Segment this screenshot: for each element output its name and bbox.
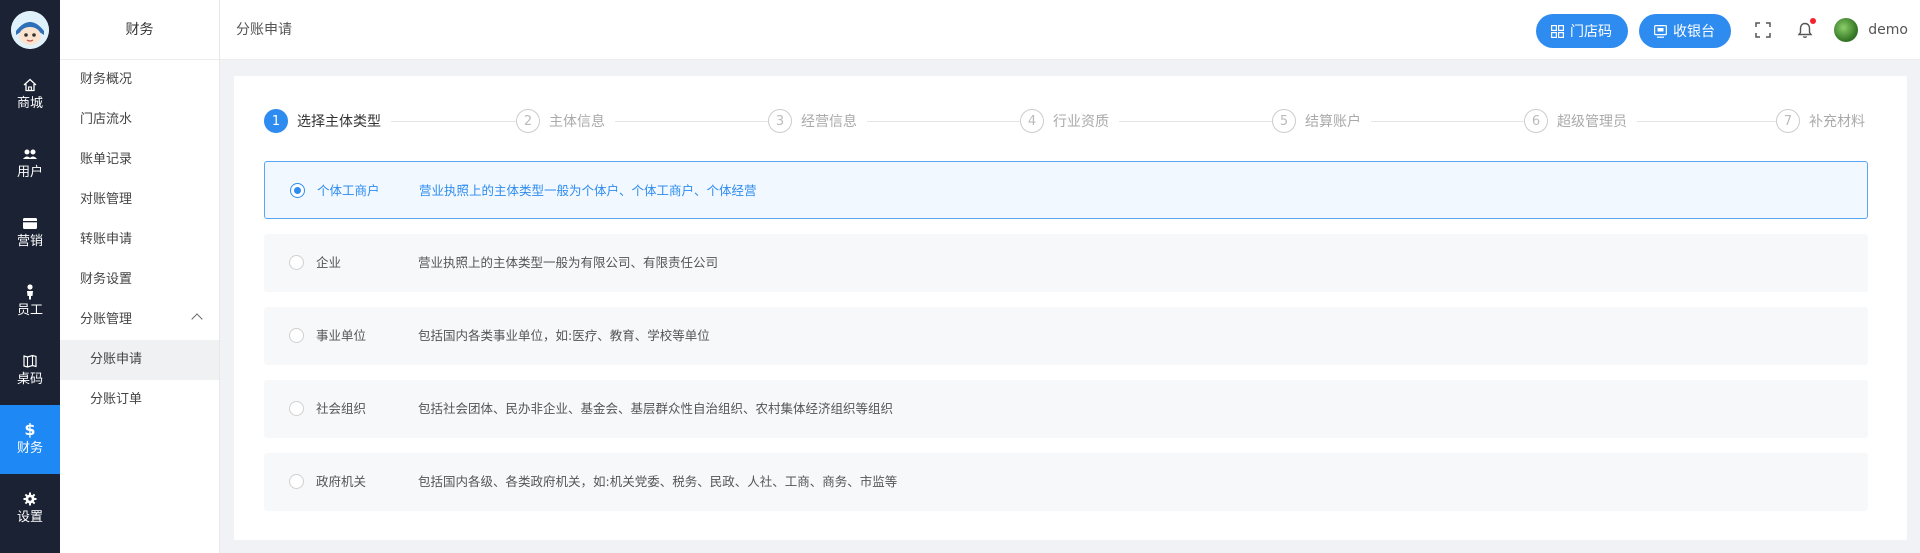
store-code-button[interactable]: 门店码 [1536,14,1628,48]
radio-button[interactable] [290,183,305,198]
step-label: 选择主体类型 [297,114,381,130]
table-code-icon [22,353,38,369]
sidebar-item-bill-records[interactable]: 账单记录 [60,140,219,180]
rail-item-label: 设置 [16,510,43,525]
home-icon [22,77,38,93]
sidebar-item-split-management[interactable]: 分账管理 [60,300,219,340]
step-4: 4 行业资质 [1020,109,1119,133]
gear-icon [22,491,38,507]
sidebar-title: 财务 [60,0,219,60]
rail-item-settings[interactable]: 设置 [0,474,60,543]
sidebar-item-split-orders[interactable]: 分账订单 [60,380,219,420]
option-individual-business[interactable]: 个体工商户 营业执照上的主体类型一般为个体户、个体工商户、个体经营 [264,161,1868,219]
cashier-label: 收银台 [1673,24,1715,40]
option-public-institution[interactable]: 事业单位 包括国内各类事业单位，如:医疗、教育、学校等单位 [264,307,1868,365]
option-enterprise[interactable]: 企业 营业执照上的主体类型一般为有限公司、有限责任公司 [264,234,1868,292]
sidebar-item-overview[interactable]: 财务概况 [60,60,219,100]
avatar [1834,18,1859,42]
store-code-label: 门店码 [1570,24,1612,40]
bell-icon[interactable] [1795,18,1816,40]
rail-item-label: 员工 [16,303,43,318]
step-number: 3 [768,109,792,133]
breadcrumb: 分账申请 [236,22,292,38]
sidebar-item-finance-settings[interactable]: 财务设置 [60,260,219,300]
sidebar-item-store-flow[interactable]: 门店流水 [60,100,219,140]
radio-button[interactable] [289,474,304,489]
step-label: 经营信息 [801,114,857,130]
finance-sidebar: 财务 财务概况 门店流水 账单记录 对账管理 转账申请 财务设置 分账管理 分账… [60,0,220,553]
staff-icon [22,284,38,300]
rail-item-label: 财务 [16,441,43,456]
step-label: 超级管理员 [1557,114,1627,130]
step-2: 2 主体信息 [516,109,615,133]
username: demo [1868,22,1908,38]
option-description: 包括国内各类事业单位，如:医疗、教育、学校等单位 [418,328,710,343]
step-label: 主体信息 [549,114,605,130]
step-number: 6 [1524,109,1548,133]
step-6: 6 超级管理员 [1524,109,1637,133]
option-description: 营业执照上的主体类型一般为个体户、个体工商户、个体经营 [419,183,757,198]
sidebar-item-reconciliation[interactable]: 对账管理 [60,180,219,220]
cashier-icon [1653,24,1667,38]
step-number: 1 [264,109,288,133]
option-name: 个体工商户 [317,183,380,198]
app-logo[interactable] [0,0,60,60]
step-3: 3 经营信息 [768,109,867,133]
rail-item-marketing[interactable]: 营销 [0,198,60,267]
rail-item-label: 商城 [16,96,43,111]
option-description: 包括社会团体、民办非企业、基金会、基层群众性自治组织、农村集体经济组织等组织 [418,401,894,416]
rail-item-users[interactable]: 用户 [0,129,60,198]
main-nav-rail: 商城 用户 营销 员工 桌码 $ 财务 设置 [0,0,60,553]
rail-item-table-code[interactable]: 桌码 [0,336,60,405]
rail-item-staff[interactable]: 员工 [0,267,60,336]
step-label: 行业资质 [1053,114,1109,130]
step-number: 7 [1776,109,1800,133]
option-name: 社会组织 [316,401,367,416]
step-label: 补充材料 [1809,114,1865,130]
user-menu[interactable]: demo [1834,18,1908,42]
radio-button[interactable] [289,328,304,343]
main-card: 1 选择主体类型 2 主体信息 3 经营信息 4 行业资质 5 结算账户 6 超… [234,76,1907,540]
rail-item-label: 用户 [16,165,43,180]
step-7: 7 补充材料 [1776,109,1865,133]
option-name: 企业 [316,255,342,270]
option-social-organization[interactable]: 社会组织 包括社会团体、民办非企业、基金会、基层群众性自治组织、农村集体经济组织… [264,380,1868,438]
rail-item-label: 营销 [16,234,43,249]
rail-item-label: 桌码 [16,372,43,387]
marketing-icon [22,215,38,231]
dollar-icon: $ [24,420,36,439]
step-progress: 1 选择主体类型 2 主体信息 3 经营信息 4 行业资质 5 结算账户 6 超… [264,109,1865,133]
radio-button[interactable] [289,255,304,270]
users-icon [22,146,38,162]
qr-grid-icon [1550,24,1564,38]
option-name: 政府机关 [316,474,367,489]
sidebar-item-transfer-request[interactable]: 转账申请 [60,220,219,260]
step-number: 4 [1020,109,1044,133]
rail-item-finance[interactable]: $ 财务 [0,405,60,474]
fullscreen-icon[interactable] [1753,20,1773,40]
step-label: 结算账户 [1305,114,1361,130]
option-government-agency[interactable]: 政府机关 包括国内各级、各类政府机关，如:机关党委、税务、民政、人社、工商、商务… [264,453,1868,511]
sidebar-item-split-request[interactable]: 分账申请 [60,340,219,380]
cashier-button[interactable]: 收银台 [1639,14,1731,48]
sidebar-item-label: 分账管理 [80,312,133,327]
step-number: 5 [1272,109,1296,133]
logo-avatar-icon [11,11,49,49]
option-description: 包括国内各级、各类政府机关，如:机关党委、税务、民政、人社、工商、商务、市监等 [418,474,898,489]
radio-button[interactable] [289,401,304,416]
top-header: 分账申请 门店码 收银台 demo [220,0,1920,60]
notification-dot [1810,18,1816,24]
option-description: 营业执照上的主体类型一般为有限公司、有限责任公司 [418,255,719,270]
option-name: 事业单位 [316,328,367,343]
chevron-up-icon [191,313,203,325]
step-number: 2 [516,109,540,133]
step-5: 5 结算账户 [1272,109,1371,133]
step-1: 1 选择主体类型 [264,109,391,133]
rail-item-mall[interactable]: 商城 [0,60,60,129]
